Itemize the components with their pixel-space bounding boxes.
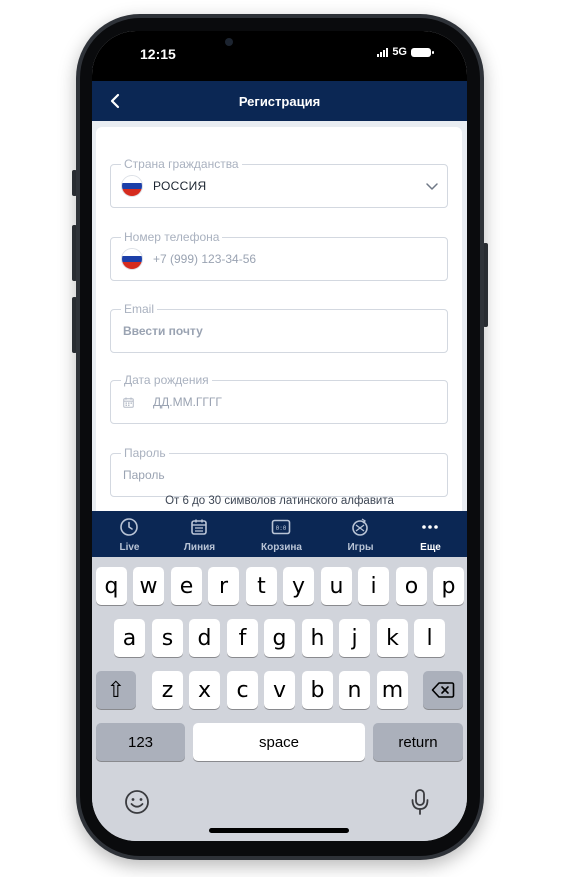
country-value: РОССИЯ — [153, 179, 207, 193]
tab-line[interactable]: Линия — [162, 511, 237, 557]
shift-icon: ⇧ — [106, 677, 126, 703]
tab-more[interactable]: Еще — [393, 511, 467, 557]
registration-content: Страна гражданства РОССИЯ Номер телефона… — [92, 121, 467, 511]
network-label: 5G — [392, 46, 407, 58]
flag-stripe-red — [122, 189, 142, 196]
emoji-icon[interactable] — [124, 789, 150, 815]
registration-form: Страна гражданства РОССИЯ Номер телефона… — [96, 127, 462, 511]
space-key[interactable]: space — [193, 723, 365, 761]
phone-label: Номер телефона — [121, 230, 223, 244]
chevron-down-icon — [426, 183, 438, 190]
country-label: Страна гражданства — [121, 157, 242, 171]
email-label: Email — [121, 302, 158, 316]
tab-label: Корзина — [261, 542, 302, 553]
key-h[interactable]: h — [302, 619, 333, 657]
phone-placeholder: +7 (999) 123-34-56 — [153, 252, 257, 266]
tab-label: Live — [119, 542, 140, 553]
onscreen-keyboard: q w e r t y u i o p a s d f g h j k l ⇧ … — [92, 557, 467, 841]
key-f[interactable]: f — [227, 619, 258, 657]
password-placeholder: Пароль — [123, 468, 165, 482]
status-time: 12:15 — [140, 46, 176, 62]
tab-label: Линия — [183, 542, 216, 553]
calendar-icon — [123, 397, 134, 408]
scoreboard-icon: 0:0 — [271, 519, 291, 535]
key-x[interactable]: x — [189, 671, 220, 709]
status-bar: 12:15 5G — [92, 31, 467, 81]
key-o[interactable]: o — [396, 567, 427, 605]
key-d[interactable]: d — [189, 619, 220, 657]
key-l[interactable]: l — [414, 619, 445, 657]
flag-stripe-white — [122, 176, 142, 183]
russia-flag-icon — [121, 248, 143, 270]
key-v[interactable]: v — [264, 671, 295, 709]
birthdate-field[interactable]: Дата рождения ДД.ММ.ГГГГ — [110, 373, 448, 424]
key-p[interactable]: p — [433, 567, 464, 605]
key-n[interactable]: n — [339, 671, 370, 709]
key-z[interactable]: z — [152, 671, 183, 709]
key-r[interactable]: r — [208, 567, 239, 605]
page-title: Регистрация — [238, 94, 321, 109]
key-g[interactable]: g — [264, 619, 295, 657]
key-a[interactable]: a — [114, 619, 145, 657]
camera-icon — [225, 38, 233, 46]
key-i[interactable]: i — [358, 567, 389, 605]
key-b[interactable]: b — [302, 671, 333, 709]
clock-icon — [120, 518, 138, 536]
key-q[interactable]: q — [96, 567, 127, 605]
key-u[interactable]: u — [321, 567, 352, 605]
phone-field[interactable]: Номер телефона +7 (999) 123-34-56 — [110, 230, 448, 281]
calendar-icon — [191, 519, 207, 535]
app-header: Регистрация — [92, 81, 467, 121]
backspace-icon — [431, 682, 455, 698]
key-m[interactable]: m — [377, 671, 408, 709]
key-c[interactable]: c — [227, 671, 258, 709]
bottom-tab-bar: Live Линия 0:0 Корзина Игры Еще — [92, 511, 467, 557]
key-t[interactable]: t — [246, 567, 277, 605]
key-y[interactable]: y — [283, 567, 314, 605]
password-field[interactable]: Пароль Пароль — [110, 446, 448, 497]
status-indicators: 5G — [377, 46, 434, 58]
birthdate-label: Дата рождения — [121, 373, 212, 387]
email-placeholder: Ввести почту — [123, 324, 203, 338]
birthdate-placeholder: ДД.ММ.ГГГГ — [153, 395, 222, 409]
key-s[interactable]: s — [152, 619, 183, 657]
key-e[interactable]: e — [171, 567, 202, 605]
key-k[interactable]: k — [377, 619, 408, 657]
flag-stripe-red — [122, 262, 142, 269]
backspace-key[interactable] — [423, 671, 463, 709]
tab-label: Еще — [420, 542, 441, 553]
key-j[interactable]: j — [339, 619, 370, 657]
games-icon — [352, 518, 368, 536]
signal-icon — [377, 47, 389, 57]
return-key[interactable]: return — [373, 723, 463, 761]
country-select[interactable]: Страна гражданства РОССИЯ — [110, 157, 448, 208]
numbers-key[interactable]: 123 — [96, 723, 185, 761]
key-w[interactable]: w — [133, 567, 164, 605]
tab-label: Игры — [347, 542, 374, 553]
email-field[interactable]: Email Ввести почту — [110, 302, 448, 353]
flag-stripe-blue — [122, 182, 142, 190]
password-hint: От 6 до 30 символов латинского алфавита — [165, 495, 394, 507]
phone-screen: 12:15 5G Регистрация Страна гражданства — [92, 31, 467, 841]
battery-icon — [411, 47, 434, 57]
more-icon — [422, 525, 438, 529]
password-label: Пароль — [121, 446, 169, 460]
flag-stripe-white — [122, 249, 142, 256]
tab-basket[interactable]: 0:0 Корзина — [244, 511, 319, 557]
flag-stripe-blue — [122, 255, 142, 263]
russia-flag-icon — [121, 175, 143, 197]
tab-live[interactable]: Live — [92, 511, 167, 557]
shift-key[interactable]: ⇧ — [96, 671, 136, 709]
svg-text:0:0: 0:0 — [276, 525, 287, 532]
microphone-icon[interactable] — [410, 788, 430, 816]
tab-games[interactable]: Игры — [323, 511, 398, 557]
home-indicator[interactable] — [209, 828, 349, 833]
